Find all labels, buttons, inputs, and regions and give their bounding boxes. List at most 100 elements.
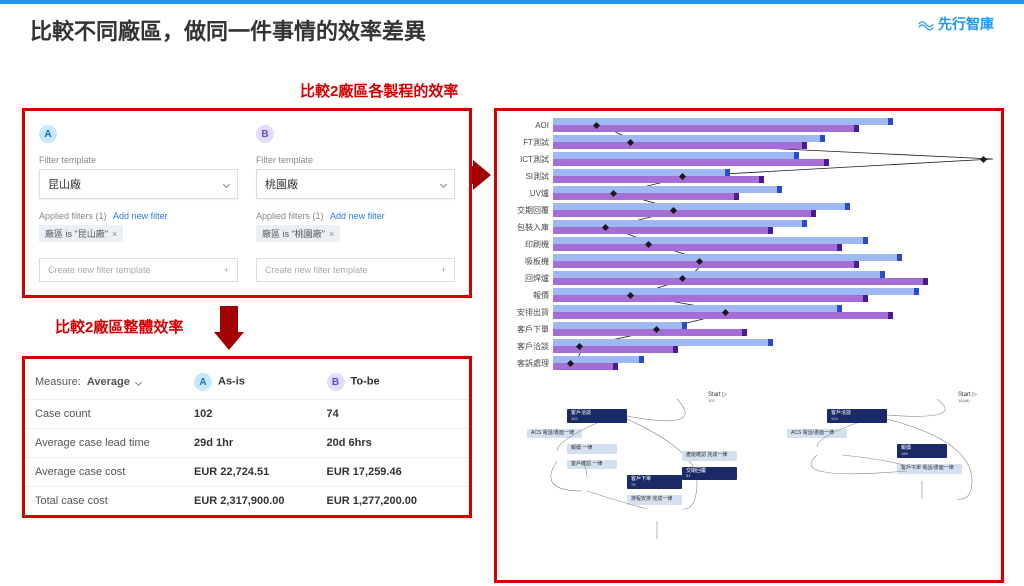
header-tobe: To-be: [351, 376, 380, 388]
process-node: 報價185: [897, 444, 947, 458]
bar-track: [553, 152, 993, 167]
bar-track: [553, 288, 993, 303]
metric-tobe: 20d 6hrs: [327, 437, 460, 449]
create-template-a[interactable]: Create new filter template+: [39, 258, 238, 282]
bar-track: [553, 254, 993, 269]
metric-tobe: 74: [327, 408, 460, 420]
metrics-annotation-label: 比較2廠區整體效率: [55, 316, 183, 337]
bar-row: 客戶下單: [501, 321, 993, 338]
bar-row: ICT測試: [501, 151, 993, 168]
filter-badge-b: B: [256, 125, 274, 143]
bar-track: [553, 186, 993, 201]
bar-row: 印刷機: [501, 236, 993, 253]
filter-card-b: B Filter template 桃園廠 Applied filters (1…: [252, 119, 459, 287]
bar-row: SI測試: [501, 168, 993, 185]
bar-track: [553, 169, 993, 184]
bar-label: UV爐: [501, 188, 553, 199]
close-icon[interactable]: ×: [329, 229, 334, 239]
measure-select[interactable]: Average: [87, 376, 130, 388]
bar-label: 交期回覆: [501, 205, 553, 216]
metric-row: Average case costEUR 22,724.51EUR 17,259…: [25, 458, 469, 487]
close-icon[interactable]: ×: [112, 229, 117, 239]
bar-track: [553, 322, 993, 337]
bar-track: [553, 237, 993, 252]
filter-panel: A Filter template 昆山廠 Applied filters (1…: [22, 108, 472, 298]
metrics-panel: Measure: Average AAs-is BTo-be Case coun…: [22, 356, 472, 518]
applied-filters-a: Applied filters (1) Add new filter: [39, 211, 238, 221]
process-graph-a: Start ▷102 客戶洽談102 ACS 電話/書面一律 報價 一律 客戶確…: [527, 391, 727, 571]
filter-badge-a: A: [39, 125, 57, 143]
process-node: 客戶洽談102: [567, 409, 627, 423]
bar-label: 包裝入庫: [501, 222, 553, 233]
bar-row: 回焊爐: [501, 270, 993, 287]
create-template-b[interactable]: Create new filter template+: [256, 258, 455, 282]
filter-b-select[interactable]: 桃園廠: [256, 169, 455, 199]
bar-label: 客戶洽談: [501, 341, 553, 352]
add-filter-link-b[interactable]: Add new filter: [330, 211, 385, 221]
bar-track: [553, 339, 993, 354]
metric-asis: 102: [194, 408, 327, 420]
filter-a-selected: 昆山廠: [48, 176, 81, 192]
measure-label: Measure:: [35, 376, 81, 388]
chevron-down-icon: [440, 180, 447, 187]
metric-name: Case count: [35, 408, 194, 420]
plus-icon: +: [224, 265, 229, 275]
metric-row: Case count10274: [25, 400, 469, 429]
bar-label: AOI: [501, 121, 553, 130]
process-node: 交期回覆51: [682, 467, 737, 481]
chevron-down-icon: [223, 180, 230, 187]
process-node: 客戶下單 電話/書面一律: [897, 464, 962, 474]
metric-tobe: EUR 1,277,200.00: [327, 495, 460, 507]
header-asis: As-is: [218, 376, 245, 388]
chevron-down-icon: [135, 378, 142, 385]
bar-label: 客戶下單: [501, 324, 553, 335]
right-panel: AOI FT測試 ICT測試 SI測試 UV爐交期回覆包裝入庫印刷機吸板機回焊爐報價安排…: [494, 108, 1004, 583]
bar-label: 印刷機: [501, 239, 553, 250]
bar-label: 吸板機: [501, 256, 553, 267]
bar-row: 客訴處理: [501, 355, 993, 372]
bar-label: FT測試: [501, 137, 553, 148]
metric-asis: EUR 22,724.51: [194, 466, 327, 478]
bar-track: [553, 118, 993, 133]
arrow-down-icon: [220, 306, 238, 336]
bar-track: [553, 203, 993, 218]
process-efficiency-chart: AOI FT測試 ICT測試 SI測試 UV爐交期回覆包裝入庫印刷機吸板機回焊爐報價安排…: [501, 117, 993, 377]
bar-row: AOI: [501, 117, 993, 134]
metric-tobe: EUR 17,259.46: [327, 466, 460, 478]
process-node: 排程安排 完成一律: [627, 495, 682, 505]
bar-row: UV爐: [501, 185, 993, 202]
bar-row: 包裝入庫: [501, 219, 993, 236]
filter-chip-b[interactable]: 廠區 is "桃園廠"×: [256, 225, 340, 242]
metric-name: Average case cost: [35, 466, 194, 478]
brand-wave-icon: [918, 18, 934, 30]
process-node: 客戶洽談124: [827, 409, 887, 423]
process-node: 產能確認 完成一律: [682, 451, 737, 461]
bar-row: 報價: [501, 287, 993, 304]
filter-template-label: Filter template: [256, 155, 455, 165]
bar-label: ICT測試: [501, 154, 553, 165]
bar-row: 安排出貨: [501, 304, 993, 321]
brand-logo: 先行智庫: [918, 14, 994, 34]
plus-icon: +: [441, 265, 446, 275]
bar-row: FT測試: [501, 134, 993, 151]
metric-row: Average case lead time29d 1hr20d 6hrs: [25, 429, 469, 458]
process-node: 客戶確認 一律: [567, 460, 617, 470]
process-graph-b: Start ▷14(48) 客戶洽談124 ACS 電話/書面一律 報價185 …: [777, 391, 977, 571]
bar-label: SI測試: [501, 171, 553, 182]
bar-label: 安排出貨: [501, 307, 553, 318]
filter-b-selected: 桃園廠: [265, 176, 298, 192]
filter-chip-a[interactable]: 廠區 is "昆山廠"×: [39, 225, 123, 242]
filter-a-select[interactable]: 昆山廠: [39, 169, 238, 199]
process-node: 報價 一律: [567, 444, 617, 454]
bar-track: [553, 305, 993, 320]
bar-label: 報價: [501, 290, 553, 301]
start-node: Start ▷102: [708, 391, 727, 403]
bar-row: 客戶洽談: [501, 338, 993, 355]
metrics-badge-a: A: [194, 373, 212, 391]
bar-label: 客訴處理: [501, 358, 553, 369]
bar-track: [553, 220, 993, 235]
filter-card-a: A Filter template 昆山廠 Applied filters (1…: [35, 119, 242, 287]
bar-row: 吸板機: [501, 253, 993, 270]
add-filter-link-a[interactable]: Add new filter: [113, 211, 168, 221]
bar-label: 回焊爐: [501, 273, 553, 284]
